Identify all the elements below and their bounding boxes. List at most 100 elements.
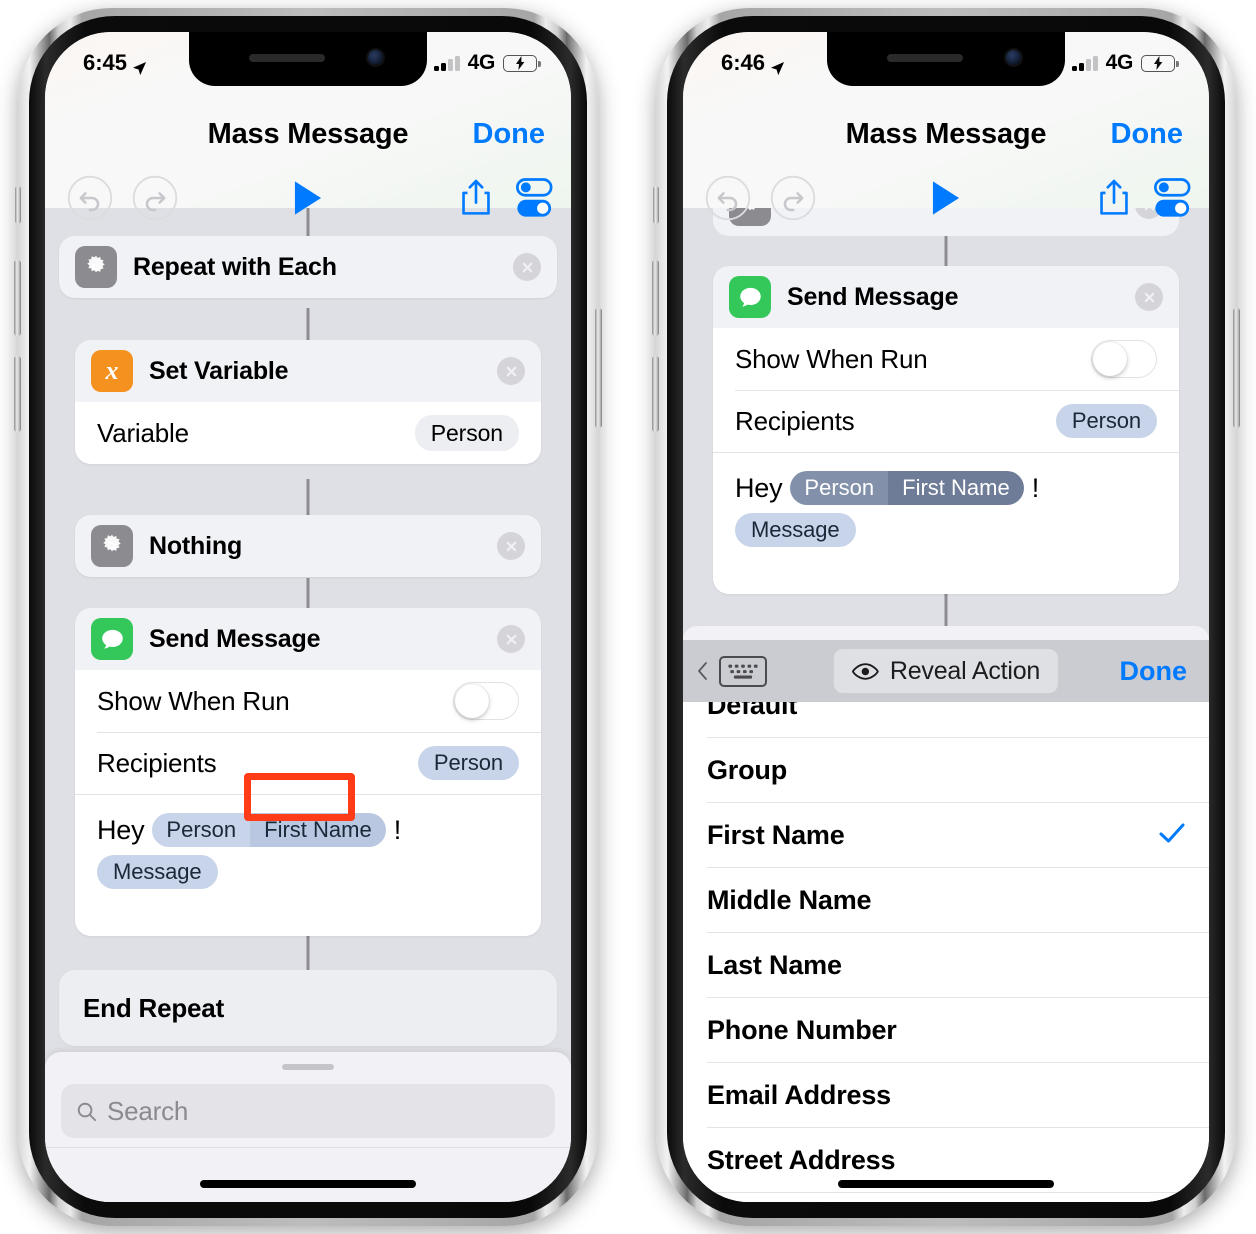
volume-up-button[interactable] — [652, 260, 659, 336]
power-button[interactable] — [1233, 308, 1240, 428]
action-header[interactable]: Send Message — [75, 608, 541, 670]
reveal-action-label: Reveal Action — [889, 656, 1041, 685]
magic-variable-token-selected[interactable]: Person First Name — [790, 471, 1024, 505]
param-row-recipients[interactable]: Recipients Person — [75, 732, 541, 794]
option-row-last-name[interactable]: Last Name — [683, 933, 1209, 998]
checkmark-icon — [1159, 823, 1185, 848]
screenshot-canvas: Repeat with Each x Set Variable Variable… — [0, 0, 1256, 1234]
param-row-show-when-run[interactable]: Show When Run — [713, 328, 1179, 390]
option-label: Street Address — [707, 1145, 896, 1175]
message-punctuation: ! — [393, 814, 402, 845]
param-row-recipients[interactable]: Recipients Person — [713, 390, 1179, 452]
chevron-left-icon[interactable] — [697, 660, 709, 682]
token-field[interactable]: First Name — [250, 813, 386, 847]
settings-sliders-icon[interactable] — [1145, 175, 1195, 225]
home-indicator[interactable] — [838, 1180, 1054, 1188]
search-icon — [77, 1102, 97, 1121]
option-label: Group — [707, 755, 787, 785]
remove-action-button[interactable] — [513, 253, 541, 281]
option-row-middle-name[interactable]: Middle Name — [683, 868, 1209, 933]
settings-sliders-icon[interactable] — [507, 175, 557, 225]
magic-variable-token[interactable]: Person First Name — [152, 813, 386, 847]
share-icon[interactable] — [1097, 177, 1131, 223]
param-label: Variable — [97, 417, 189, 448]
param-value-pill[interactable]: Person — [414, 415, 519, 451]
undo-icon[interactable] — [67, 175, 113, 226]
end-repeat-block[interactable]: End Repeat — [59, 970, 557, 1046]
param-row-show-when-run[interactable]: Show When Run — [75, 670, 541, 732]
option-label: Last Name — [707, 950, 842, 980]
show-when-run-toggle[interactable] — [1091, 340, 1157, 378]
message-text-field[interactable]: Hey Person First Name ! Message — [75, 794, 541, 889]
token-person[interactable]: Person — [152, 813, 251, 847]
action-title: Send Message — [149, 624, 321, 653]
message-prefix: Hey — [97, 814, 145, 845]
sheet-grabber[interactable] — [282, 1064, 334, 1070]
token-field[interactable]: First Name — [888, 471, 1024, 505]
action-header[interactable]: Nothing — [75, 515, 541, 577]
option-label: Middle Name — [707, 885, 872, 915]
messages-icon — [91, 618, 133, 660]
action-card-set-variable[interactable]: x Set Variable Variable Person — [75, 340, 541, 464]
battery-charging-icon — [503, 54, 541, 72]
action-card-send-message[interactable]: Send Message Show When Run Recipients Pe… — [75, 608, 541, 936]
reveal-action-button[interactable]: Reveal Action — [833, 649, 1059, 693]
recipients-token[interactable]: Person — [417, 746, 519, 780]
play-icon[interactable] — [928, 179, 964, 222]
front-camera — [368, 50, 383, 65]
param-row-variable[interactable]: Variable Person — [75, 402, 541, 464]
action-card-nothing[interactable]: Nothing — [75, 515, 541, 577]
power-button[interactable] — [595, 308, 602, 428]
front-camera — [1006, 50, 1021, 65]
shortcut-editor-canvas[interactable]: Repeat with Each x Set Variable Variable… — [45, 208, 571, 1202]
volume-down-button[interactable] — [652, 356, 659, 432]
option-row-email-address[interactable]: Email Address — [683, 1063, 1209, 1128]
phone-screen-right: Send Message Show When Run Recipients Pe… — [683, 32, 1209, 1202]
shortcut-editor-canvas[interactable]: Send Message Show When Run Recipients Pe… — [683, 208, 1209, 1202]
keyboard-dismiss-group[interactable] — [697, 655, 767, 687]
search-placeholder: Search — [107, 1095, 189, 1126]
option-row-phone-number[interactable]: Phone Number — [683, 998, 1209, 1063]
done-button[interactable]: Done — [473, 118, 546, 151]
option-label: Email Address — [707, 1080, 891, 1110]
option-row-default[interactable]: Default — [683, 702, 1209, 738]
token-message[interactable]: Message — [735, 513, 856, 547]
silent-switch[interactable] — [15, 186, 21, 224]
home-indicator[interactable] — [200, 1180, 416, 1188]
message-text-field[interactable]: Hey Person First Name ! Message — [713, 452, 1179, 547]
remove-action-button[interactable] — [497, 625, 525, 653]
remove-action-button[interactable] — [497, 357, 525, 385]
variable-x-icon: x — [91, 350, 133, 392]
volume-down-button[interactable] — [14, 356, 21, 432]
variable-options-list[interactable]: Default Group First Name Middle Name Las… — [683, 702, 1209, 1202]
action-header[interactable]: x Set Variable — [75, 340, 541, 402]
option-row-group[interactable]: Group — [683, 738, 1209, 803]
keyboard-icon[interactable] — [719, 655, 767, 687]
keyboard-done-button[interactable]: Done — [1120, 656, 1188, 687]
signal-bars-icon — [1072, 55, 1098, 71]
option-row-first-name[interactable]: First Name — [683, 803, 1209, 868]
remove-action-button[interactable] — [1135, 283, 1163, 311]
recipients-token[interactable]: Person — [1055, 404, 1157, 438]
token-message[interactable]: Message — [97, 855, 218, 889]
show-when-run-toggle[interactable] — [453, 682, 519, 720]
divider — [45, 1147, 571, 1148]
action-header[interactable]: Send Message — [713, 266, 1179, 328]
action-card-send-message[interactable]: Send Message Show When Run Recipients Pe… — [713, 266, 1179, 594]
action-card-repeat-with-each[interactable]: Repeat with Each — [59, 236, 557, 298]
volume-up-button[interactable] — [14, 260, 21, 336]
remove-action-button[interactable] — [497, 532, 525, 560]
redo-icon[interactable] — [770, 175, 816, 226]
play-icon[interactable] — [290, 179, 326, 222]
undo-icon[interactable] — [705, 175, 751, 226]
network-type: 4G — [467, 51, 496, 74]
action-title: Send Message — [787, 282, 959, 311]
silent-switch[interactable] — [653, 186, 659, 224]
search-input[interactable]: Search — [61, 1084, 555, 1138]
share-icon[interactable] — [459, 177, 493, 223]
done-button[interactable]: Done — [1111, 118, 1184, 151]
token-person[interactable]: Person — [790, 471, 889, 505]
action-title: Repeat with Each — [133, 252, 337, 281]
action-header[interactable]: Repeat with Each — [59, 236, 557, 298]
redo-icon[interactable] — [132, 175, 178, 226]
